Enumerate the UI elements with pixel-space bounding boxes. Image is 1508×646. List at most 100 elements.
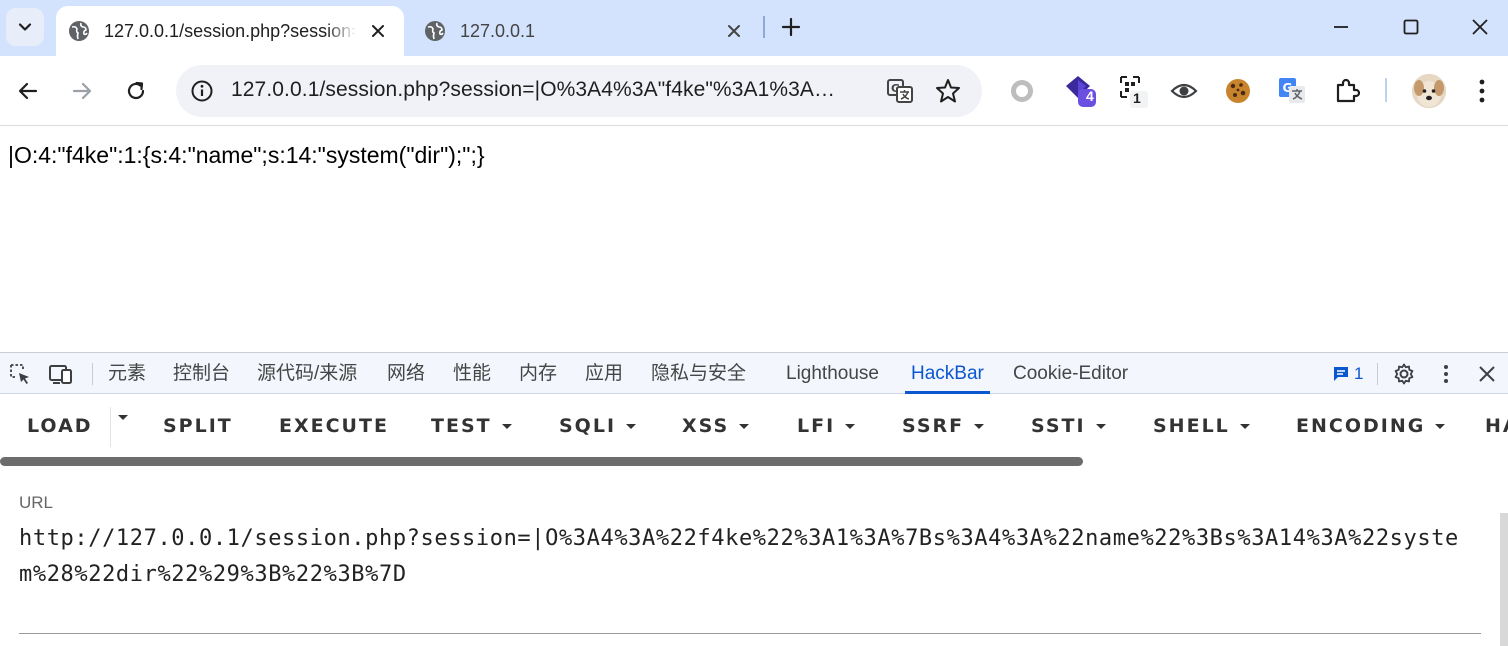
cookie-extension-icon: [1226, 79, 1250, 103]
maximize-icon: [1403, 19, 1419, 35]
devtools-tab-hackbar[interactable]: HackBar: [905, 353, 990, 394]
google-translate-extension-button[interactable]: G: [1275, 74, 1309, 108]
devtools-tab-application[interactable]: 应用: [585, 353, 623, 394]
translate-icon[interactable]: G: [886, 77, 914, 105]
circle-extension-button[interactable]: [1005, 74, 1039, 108]
tab-title: 127.0.0.1: [460, 20, 536, 41]
hackbar-split-label: SPLIT: [163, 415, 233, 437]
hackbar-test-label: TEST: [431, 415, 492, 437]
arrow-right-icon: [72, 82, 92, 100]
browser-menu-button[interactable]: [1465, 74, 1499, 108]
devtools-tab-elements[interactable]: 元素: [108, 353, 146, 394]
puzzle-extensions-icon: [1336, 78, 1361, 103]
hackbar-lfi-label: LFI: [797, 415, 836, 437]
close-window-button[interactable]: [1462, 10, 1498, 44]
reload-icon: [127, 81, 145, 100]
address-bar[interactable]: 127.0.0.1/session.php?session=|O%3A4%3A"…: [176, 65, 982, 117]
hackbar-xss-menu[interactable]: XSS: [682, 415, 750, 437]
devtools-tab-sources[interactable]: 源代码/来源: [257, 353, 357, 394]
globe-icon: [425, 21, 445, 41]
new-tab-button[interactable]: [776, 12, 806, 42]
extensions-menu-button[interactable]: [1330, 74, 1364, 108]
devtools-tab-performance[interactable]: 性能: [453, 353, 491, 394]
devtools-tab-network[interactable]: 网络: [387, 353, 425, 394]
toolbar-separator: [1385, 78, 1387, 102]
tab-localhost[interactable]: 127.0.0.1: [412, 6, 760, 56]
bookmark-star-icon[interactable]: [934, 77, 962, 105]
url-field-label: URL: [19, 493, 54, 512]
devtools-close-button[interactable]: [1474, 362, 1500, 386]
hackbar-split-button[interactable]: SPLIT: [163, 415, 233, 437]
circle-extension-icon: [1011, 80, 1033, 102]
hackbar-encoding-menu[interactable]: ENCODING: [1296, 415, 1446, 437]
devtools-settings-button[interactable]: [1391, 362, 1417, 386]
close-icon: [728, 25, 740, 37]
page-output-text: |O:4:"f4ke":1:{s:4:"name";s:14:"system("…: [8, 142, 485, 168]
eye-extension-icon: [1170, 83, 1198, 99]
device-toggle-icon: [49, 365, 72, 384]
caret-down-icon: [845, 423, 856, 429]
inspect-element-button[interactable]: [7, 362, 33, 386]
google-translate-extension-icon: G: [1279, 78, 1305, 103]
minimize-icon: [1334, 26, 1348, 28]
tab-title: 127.0.0.1/session.php?session=|O%3A4: [104, 20, 356, 41]
maximize-button[interactable]: [1393, 10, 1429, 44]
reload-button[interactable]: [118, 73, 154, 109]
hackbar-ssrf-label: SSRF: [902, 415, 965, 437]
address-text[interactable]: 127.0.0.1/session.php?session=|O%3A4%3A"…: [231, 78, 835, 102]
hackbar-sqli-menu[interactable]: SQLI: [559, 415, 637, 437]
hackbar-load-button[interactable]: LOAD: [27, 415, 93, 437]
forward-button[interactable]: [64, 73, 100, 109]
devtools-tab-privacy-security[interactable]: 隐私与安全: [651, 353, 746, 394]
devtools-tab-cookie-editor[interactable]: Cookie-Editor: [1013, 353, 1128, 394]
caret-down-icon: [1435, 423, 1446, 429]
hackbar-ssti-label: SSTI: [1031, 415, 1086, 437]
hackbar-execute-button[interactable]: EXECUTE: [279, 415, 389, 437]
message-icon: [1334, 367, 1348, 381]
kebab-menu-icon: [1444, 365, 1448, 383]
hackbar-hashing-menu[interactable]: HA: [1485, 415, 1508, 437]
hackbar-horizontal-scrollbar[interactable]: [0, 457, 1083, 466]
diamond-extension-button[interactable]: 4: [1064, 74, 1098, 108]
devtools-more-button[interactable]: [1433, 362, 1459, 386]
hackbar-menu: LOAD SPLIT EXECUTE TEST SQLI XSS LFI SSR…: [0, 395, 1508, 455]
issues-badge[interactable]: 1: [1332, 363, 1363, 385]
devtools-tab-bar: 元素 控制台 源代码/来源 网络 性能 内存 应用 隐私与安全 Lighthou…: [0, 353, 1508, 394]
back-button[interactable]: [10, 73, 46, 109]
caret-down-icon: [501, 423, 512, 429]
extension-badge: 4: [1086, 88, 1094, 104]
browser-toolbar: 127.0.0.1/session.php?session=|O%3A4%3A"…: [0, 56, 1508, 126]
tab-separator: [763, 16, 765, 38]
hackbar-ssrf-menu[interactable]: SSRF: [902, 415, 985, 437]
hackbar-ssti-menu[interactable]: SSTI: [1031, 415, 1106, 437]
hackbar-lfi-menu[interactable]: LFI: [797, 415, 856, 437]
devtools-vertical-scrollbar[interactable]: [1500, 513, 1508, 646]
hackbar-xss-label: XSS: [682, 415, 730, 437]
hackbar-hashing-label: HA: [1485, 415, 1508, 437]
eye-extension-button[interactable]: [1167, 74, 1201, 108]
url-textarea[interactable]: http://127.0.0.1/session.php?session=|O%…: [19, 521, 1484, 593]
cookie-extension-button[interactable]: [1221, 74, 1255, 108]
profile-avatar[interactable]: [1412, 74, 1446, 108]
devtools-tab-memory[interactable]: 内存: [519, 353, 557, 394]
caret-down-icon: [1239, 423, 1250, 429]
devtools-tab-console[interactable]: 控制台: [173, 353, 230, 394]
tab-session-php[interactable]: 127.0.0.1/session.php?session=|O%3A4: [56, 6, 404, 56]
device-toolbar-button[interactable]: [48, 362, 74, 386]
hackbar-shell-menu[interactable]: SHELL: [1153, 415, 1250, 437]
devtools-tab-lighthouse[interactable]: Lighthouse: [786, 353, 879, 394]
qr-extension-button[interactable]: 1: [1116, 74, 1150, 108]
dog-avatar-icon: [1412, 74, 1446, 108]
tab-close-button[interactable]: [722, 19, 746, 43]
close-icon: [1472, 19, 1488, 35]
hackbar-test-menu[interactable]: TEST: [431, 415, 512, 437]
hackbar-load-dropdown[interactable]: [118, 415, 128, 420]
tab-search-button[interactable]: [6, 8, 44, 46]
globe-icon: [69, 21, 89, 41]
caret-down-icon: [118, 415, 128, 420]
site-info-icon[interactable]: [190, 79, 214, 103]
chevron-down-icon: [18, 23, 32, 31]
plus-icon: [781, 17, 801, 37]
minimize-button[interactable]: [1323, 10, 1359, 44]
tab-close-button[interactable]: [366, 19, 390, 43]
